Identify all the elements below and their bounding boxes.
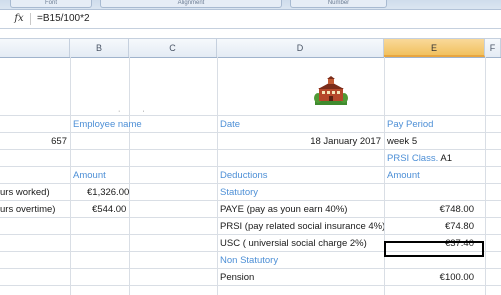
worksheet-grid[interactable]: Employee name Date Pay Period 657 18 Jan… xyxy=(0,57,501,295)
column-header-e[interactable]: E xyxy=(384,39,485,57)
prsi-deduction-label[interactable]: PRSI (pay related social insurance 4%) xyxy=(220,218,384,235)
deductions-header[interactable]: Deductions xyxy=(220,167,340,184)
formula-bar-divider xyxy=(30,13,31,25)
column-header-b[interactable]: B xyxy=(70,39,129,57)
non-statutory-label[interactable]: Non Statutory xyxy=(220,252,360,269)
grid-line xyxy=(129,57,130,295)
pension-value[interactable]: €100.00 xyxy=(387,269,474,286)
paye-label[interactable]: PAYE (pay as youn earn 40%) xyxy=(220,201,383,218)
prsi-class-cell[interactable]: PRSI Class. A1 xyxy=(387,150,483,167)
ribbon-group-alignment[interactable]: Alignment xyxy=(100,0,282,8)
ribbon-group-number[interactable]: Number xyxy=(290,0,387,8)
grid-line xyxy=(384,57,385,295)
prsi-class-value: A1 xyxy=(440,153,452,164)
amount-header-left[interactable]: Amount xyxy=(73,167,128,184)
pay-period-cell[interactable]: week 5 xyxy=(387,133,477,150)
statutory-label[interactable]: Statutory xyxy=(220,184,340,201)
prsi-deduction-value[interactable]: €74.80 xyxy=(387,218,474,235)
date-cell[interactable]: 18 January 2017 xyxy=(220,133,381,150)
prsi-class-label: Class. xyxy=(411,153,439,164)
prsi-label: PRSI xyxy=(387,153,410,164)
paye-value[interactable]: €748.00 xyxy=(387,201,474,218)
employee-number-cell[interactable]: 657 xyxy=(0,133,67,150)
column-header-d[interactable]: D xyxy=(217,39,384,57)
employee-name-header[interactable]: Employee name xyxy=(73,116,213,133)
column-header-f[interactable]: F xyxy=(485,39,501,57)
pay-period-header[interactable]: Pay Period xyxy=(387,116,477,133)
grid-line xyxy=(217,57,218,295)
school-building-logo xyxy=(314,76,348,105)
ribbon-group-font[interactable]: Font xyxy=(10,0,92,8)
hours-overtime-value[interactable]: €544.00 xyxy=(92,201,147,218)
ribbon-group-label: Alignment xyxy=(177,0,205,6)
amount-header-right[interactable]: Amount xyxy=(387,167,477,184)
column-headers: B C D E F xyxy=(0,38,501,58)
active-cell-border xyxy=(384,241,484,257)
pension-label[interactable]: Pension xyxy=(220,269,340,286)
decorative-dots: · · xyxy=(118,108,155,115)
grid-line xyxy=(70,57,71,295)
date-header[interactable]: Date xyxy=(220,116,320,133)
formula-input[interactable]: =B15/100*2 xyxy=(37,13,90,25)
column-header-a[interactable] xyxy=(0,39,70,57)
ribbon-group-label: Font xyxy=(44,0,57,6)
column-header-c[interactable]: C xyxy=(129,39,217,57)
hours-overtime-label[interactable]: urs overtime) xyxy=(0,201,69,218)
insert-function-icon[interactable]: fx xyxy=(12,12,26,25)
grid-line xyxy=(485,57,486,295)
usc-label[interactable]: USC ( universial social charge 2%) xyxy=(220,235,383,252)
formula-bar: fx =B15/100*2 xyxy=(0,10,501,29)
hours-worked-value[interactable]: €1,326.00 xyxy=(87,184,147,201)
hours-worked-label[interactable]: urs worked) xyxy=(0,184,69,201)
ribbon-group-label: Number xyxy=(327,0,350,6)
ribbon-strip: Font Alignment Number xyxy=(0,0,501,10)
